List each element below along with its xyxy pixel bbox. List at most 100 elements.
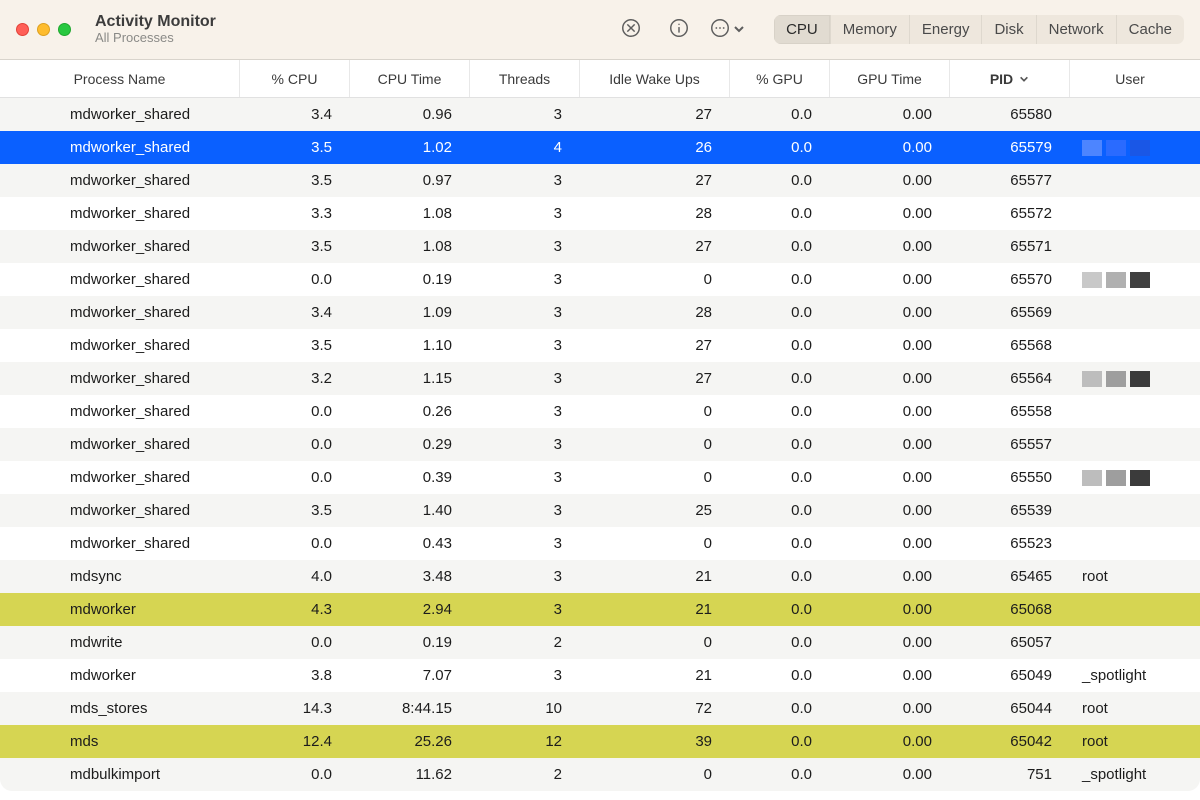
cell-threads: 3 [470, 271, 580, 288]
tab-disk[interactable]: Disk [982, 15, 1036, 44]
cell-gputime: 0.00 [830, 370, 950, 387]
cell-gpu: 0.0 [730, 403, 830, 420]
cell-cputime: 1.15 [350, 370, 470, 387]
column-header-threads[interactable]: Threads [470, 60, 580, 97]
cell-user [1070, 371, 1190, 387]
table-row[interactable]: mds_stores14.38:44.1510720.00.0065044roo… [0, 692, 1200, 725]
more-actions-button[interactable] [712, 15, 742, 45]
window-title-block: Activity Monitor All Processes [95, 13, 216, 46]
cell-cpu: 0.0 [240, 436, 350, 453]
table-row[interactable]: mdworker3.87.073210.00.0065049_spotlight [0, 659, 1200, 692]
tab-network[interactable]: Network [1037, 15, 1117, 44]
cell-threads: 2 [470, 766, 580, 783]
cell-gputime: 0.00 [830, 469, 950, 486]
traffic-lights [16, 23, 71, 36]
cell-threads: 3 [470, 106, 580, 123]
table-row[interactable]: mdworker_shared0.00.43300.00.0065523 [0, 527, 1200, 560]
redacted-user [1082, 470, 1172, 486]
cell-cputime: 0.19 [350, 271, 470, 288]
column-header-cputime[interactable]: CPU Time [350, 60, 470, 97]
cell-threads: 3 [470, 667, 580, 684]
minimize-window-button[interactable] [37, 23, 50, 36]
column-header-gputime[interactable]: GPU Time [830, 60, 950, 97]
redacted-user [1082, 272, 1172, 288]
cell-idle: 26 [580, 139, 730, 156]
column-header-name[interactable]: Process Name [0, 60, 240, 97]
cell-cputime: 1.10 [350, 337, 470, 354]
table-row[interactable]: mdworker_shared3.51.403250.00.0065539 [0, 494, 1200, 527]
table-row[interactable]: mdworker_shared0.00.29300.00.0065557 [0, 428, 1200, 461]
cell-idle: 21 [580, 568, 730, 585]
cell-pid: 65465 [950, 568, 1070, 585]
table-row[interactable]: mds12.425.2612390.00.0065042root [0, 725, 1200, 758]
zoom-window-button[interactable] [58, 23, 71, 36]
process-table: Process Name % CPU CPU Time Threads Idle Wak… [0, 60, 1200, 791]
cell-name: mdworker_shared [0, 535, 240, 552]
cell-name: mdworker_shared [0, 304, 240, 321]
column-header-user[interactable]: User [1070, 60, 1190, 97]
chevron-down-icon [733, 22, 745, 38]
tab-cpu[interactable]: CPU [774, 15, 831, 44]
cell-gpu: 0.0 [730, 568, 830, 585]
cell-cpu: 0.0 [240, 403, 350, 420]
table-row[interactable]: mdworker_shared0.00.39300.00.0065550 [0, 461, 1200, 494]
cell-gpu: 0.0 [730, 139, 830, 156]
column-header-label: % CPU [272, 71, 318, 87]
close-window-button[interactable] [16, 23, 29, 36]
cell-cpu: 3.5 [240, 139, 350, 156]
column-header-label: GPU Time [857, 71, 922, 87]
table-row[interactable]: mdsync4.03.483210.00.0065465root [0, 560, 1200, 593]
cell-gpu: 0.0 [730, 172, 830, 189]
tab-energy[interactable]: Energy [910, 15, 983, 44]
column-header-cpu[interactable]: % CPU [240, 60, 350, 97]
cell-idle: 0 [580, 766, 730, 783]
view-tabs: CPUMemoryEnergyDiskNetworkCache [774, 15, 1184, 44]
table-row[interactable]: mdworker_shared3.40.963270.00.0065580 [0, 98, 1200, 131]
tab-cache[interactable]: Cache [1117, 15, 1184, 44]
cell-pid: 751 [950, 766, 1070, 783]
redacted-user [1082, 371, 1172, 387]
cell-name: mdsync [0, 568, 240, 585]
table-row[interactable]: mdbulkimport0.011.62200.00.00751_spotlig… [0, 758, 1200, 791]
inspect-process-button[interactable] [664, 15, 694, 45]
cell-idle: 0 [580, 469, 730, 486]
table-row[interactable]: mdworker_shared3.51.083270.00.0065571 [0, 230, 1200, 263]
table-row[interactable]: mdworker_shared3.41.093280.00.0065569 [0, 296, 1200, 329]
cell-cpu: 0.0 [240, 634, 350, 651]
cell-cpu: 3.8 [240, 667, 350, 684]
cell-cputime: 3.48 [350, 568, 470, 585]
cell-pid: 65564 [950, 370, 1070, 387]
cell-gpu: 0.0 [730, 205, 830, 222]
cell-threads: 3 [470, 601, 580, 618]
cell-pid: 65558 [950, 403, 1070, 420]
cell-threads: 3 [470, 403, 580, 420]
table-row[interactable]: mdworker_shared3.21.153270.00.0065564 [0, 362, 1200, 395]
cell-gputime: 0.00 [830, 205, 950, 222]
table-row[interactable]: mdworker_shared3.31.083280.00.0065572 [0, 197, 1200, 230]
column-header-gpu[interactable]: % GPU [730, 60, 830, 97]
table-row[interactable]: mdworker_shared3.51.024260.00.0065579 [0, 131, 1200, 164]
cell-cpu: 3.2 [240, 370, 350, 387]
table-row[interactable]: mdworker_shared3.50.973270.00.0065577 [0, 164, 1200, 197]
cell-gpu: 0.0 [730, 667, 830, 684]
column-header-pid[interactable]: PID [950, 60, 1070, 97]
cell-pid: 65569 [950, 304, 1070, 321]
table-row[interactable]: mdwrite0.00.19200.00.0065057 [0, 626, 1200, 659]
column-header-label: Threads [499, 71, 550, 87]
table-row[interactable]: mdworker_shared0.00.26300.00.0065558 [0, 395, 1200, 428]
cell-gputime: 0.00 [830, 667, 950, 684]
table-row[interactable]: mdworker4.32.943210.00.0065068 [0, 593, 1200, 626]
cell-cpu: 12.4 [240, 733, 350, 750]
cell-gputime: 0.00 [830, 304, 950, 321]
cell-pid: 65571 [950, 238, 1070, 255]
table-row[interactable]: mdworker_shared0.00.19300.00.0065570 [0, 263, 1200, 296]
cell-cpu: 3.5 [240, 172, 350, 189]
cell-name: mdbulkimport [0, 766, 240, 783]
cell-name: mdworker_shared [0, 106, 240, 123]
column-header-idle[interactable]: Idle Wake Ups [580, 60, 730, 97]
stop-process-button[interactable] [616, 15, 646, 45]
tab-memory[interactable]: Memory [831, 15, 910, 44]
cell-gputime: 0.00 [830, 766, 950, 783]
table-row[interactable]: mdworker_shared3.51.103270.00.0065568 [0, 329, 1200, 362]
cell-threads: 3 [470, 535, 580, 552]
